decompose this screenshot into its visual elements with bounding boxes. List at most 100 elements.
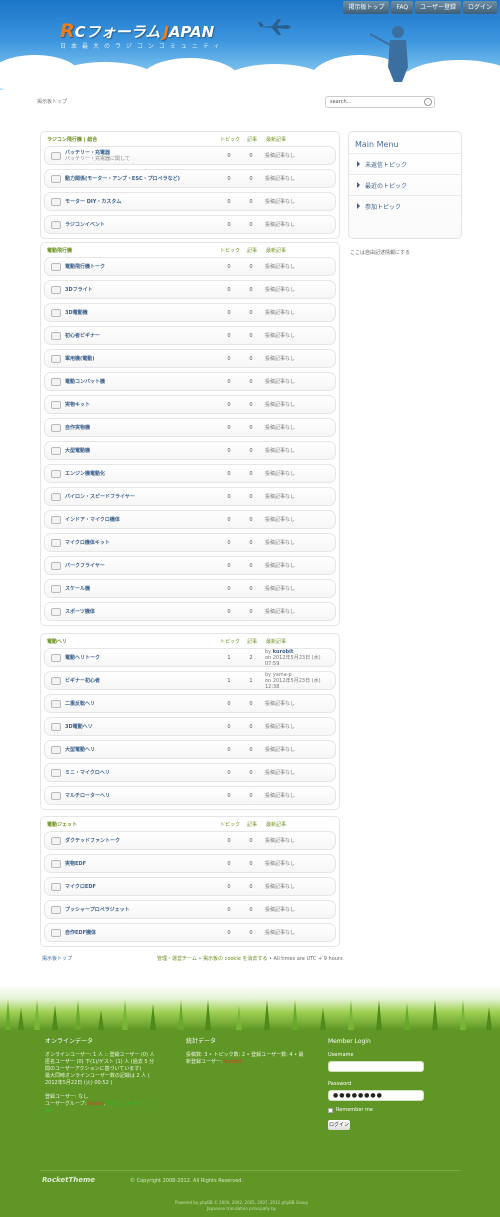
forum-name[interactable]: モーター DIY・カスタム	[65, 199, 218, 205]
search-input[interactable]: search...	[325, 96, 435, 108]
timezone-note: • All times are UTC + 9 hours	[267, 956, 343, 962]
registered-users-text: 登録ユーザー: なし	[45, 1094, 89, 1100]
forum-name[interactable]: 電動ヘリトーク	[65, 655, 218, 661]
forum-name[interactable]: ラジコンイベント	[65, 222, 218, 228]
forum-name[interactable]: エンジン機電動化	[65, 471, 218, 477]
forum-row[interactable]: インドア・マイクロ機体 0 0 投稿記事なし	[44, 510, 336, 529]
forum-name[interactable]: マイクロEDF	[65, 884, 218, 890]
forum-name[interactable]: ダクテッドファントーク	[65, 838, 218, 844]
forum-name[interactable]: スポーツ機体	[65, 609, 218, 615]
forum-row[interactable]: 二重反転ヘリ 0 0 投稿記事なし	[44, 694, 336, 713]
forum-row[interactable]: バッテリー・充電器 バッテリー・充電器に関して 0 0 投稿記事なし	[44, 146, 336, 165]
breadcrumb[interactable]: 掲示板トップ	[37, 98, 67, 105]
password-field[interactable]: ●●●●●●●●	[328, 1090, 424, 1101]
forum-row[interactable]: マイクロEDF 0 0 投稿記事なし	[44, 877, 336, 896]
forum-row[interactable]: プッシャープロペラジェット 0 0 投稿記事なし	[44, 900, 336, 919]
forum-row[interactable]: スケール機 0 0 投稿記事なし	[44, 579, 336, 598]
forum-row[interactable]: 大型電動機 0 0 投稿記事なし	[44, 441, 336, 460]
category-title[interactable]: 電動ヘリ	[44, 638, 219, 645]
forum-row[interactable]: 軍用機(電動) 0 0 投稿記事なし	[44, 349, 336, 368]
forum-name[interactable]: スケール機	[65, 586, 218, 592]
forum-read-icon	[51, 377, 61, 386]
forum-row[interactable]: モーター DIY・カスタム 0 0 投稿記事なし	[44, 192, 336, 211]
forum-row[interactable]: 電動コンバット機 0 0 投稿記事なし	[44, 372, 336, 391]
forum-name[interactable]: 大型電動機	[65, 448, 218, 454]
forum-row[interactable]: 実物EDF 0 0 投稿記事なし	[44, 854, 336, 873]
footer-team-cookie-links[interactable]: 管理・運営チーム • 掲示板の cookie を消去する	[157, 956, 267, 962]
forum-row[interactable]: パイロン・スピードフライヤー 0 0 投稿記事なし	[44, 487, 336, 506]
search-icon[interactable]	[424, 98, 432, 106]
forum-name[interactable]: プッシャープロペラジェット	[65, 907, 218, 913]
forum-name[interactable]: 実物EDF	[65, 861, 218, 867]
menu-item-active-topics[interactable]: 最近のトピック	[349, 174, 461, 195]
topic-count: 0	[227, 906, 231, 913]
post-count: 0	[249, 263, 253, 270]
category-title[interactable]: 電動飛行機	[44, 247, 219, 254]
forum-row[interactable]: 電動ヘリトーク 1 2 by kurobit on 2012年5月23日 (水) 07:…	[44, 648, 336, 667]
forum-name[interactable]: 自作実物機	[65, 425, 218, 431]
forum-row[interactable]: マイクロ機体キット 0 0 投稿記事なし	[44, 533, 336, 552]
forum-row[interactable]: 自作EDF機体 0 0 投稿記事なし	[44, 923, 336, 942]
copyright-text: © Copyright 2008-2012. All Rights Reserv…	[130, 1178, 244, 1184]
forum-row[interactable]: ビギナー初心者 1 1 by yama-p on 2012年5月23日 (水) 12:3…	[44, 671, 336, 690]
newest-user-link[interactable]: kurobit	[224, 1059, 241, 1065]
last-post: 投稿記事なし	[265, 539, 296, 546]
forum-name[interactable]: 二重反転ヘリ	[65, 701, 218, 707]
post-count: 0	[249, 837, 253, 844]
forum-name[interactable]: ミニ・マイクロヘリ	[65, 770, 218, 776]
forum-row[interactable]: ダクテッドファントーク 0 0 投稿記事なし	[44, 831, 336, 850]
forum-row[interactable]: 3D電動機 0 0 投稿記事なし	[44, 303, 336, 322]
forum-name[interactable]: 動力関係(モーター・アンプ・ESC・プロペラなど)	[65, 176, 218, 182]
online-data-title: オンラインデータ	[45, 1038, 94, 1045]
legend-admin[interactable]: Admin	[88, 1101, 104, 1107]
forum-name[interactable]: パイロン・スピードフライヤー	[65, 494, 218, 500]
forum-name[interactable]: 3D電動機	[65, 310, 218, 316]
username-field[interactable]	[328, 1061, 424, 1072]
forum-row[interactable]: 自作実物機 0 0 投稿記事なし	[44, 418, 336, 437]
forum-row[interactable]: マルチローターヘリ 0 0 投稿記事なし	[44, 786, 336, 805]
forum-name[interactable]: マイクロ機体キット	[65, 540, 218, 546]
menu-item-unanswered[interactable]: 未返信トピック	[349, 153, 461, 174]
forum-name[interactable]: パークフライヤー	[65, 563, 218, 569]
rockettheme-logo[interactable]: RocketTheme	[42, 1176, 95, 1184]
nav-register-button[interactable]: ユーザー登録	[415, 1, 461, 14]
nav-board-index-button[interactable]: 掲示板トップ	[343, 1, 390, 14]
forum-row[interactable]: 動力関係(モーター・アンプ・ESC・プロペラなど) 0 0 投稿記事なし	[44, 169, 336, 188]
nav-faq-button[interactable]: FAQ	[391, 1, 414, 14]
forum-name[interactable]: 軍用機(電動)	[65, 356, 218, 362]
forum-row[interactable]: 電動飛行機トーク 0 0 投稿記事なし	[44, 257, 336, 276]
arrow-right-icon	[357, 161, 360, 167]
forum-row[interactable]: スポーツ機体 0 0 投稿記事なし	[44, 602, 336, 621]
forum-name[interactable]: 3Dフライト	[65, 287, 218, 293]
topic-count: 0	[227, 608, 231, 615]
site-logo[interactable]: RCフォーラム JAPAN 日本最大のラジコンコミュニティ	[60, 20, 225, 50]
forum-row[interactable]: 3Dフライト 0 0 投稿記事なし	[44, 280, 336, 299]
forum-name[interactable]: 大型電動ヘリ	[65, 747, 218, 753]
menu-item-your-posts[interactable]: 参加トピック	[349, 195, 461, 216]
category-title[interactable]: 電動ジェット	[44, 821, 219, 828]
forum-name[interactable]: 電動飛行機トーク	[65, 264, 218, 270]
forum-row[interactable]: 実物キット 0 0 投稿記事なし	[44, 395, 336, 414]
forum-name[interactable]: 3D電動ヘリ	[65, 724, 218, 730]
forum-name[interactable]: インドア・マイクロ機体	[65, 517, 218, 523]
login-button[interactable]: ログイン	[328, 1120, 350, 1130]
forum-name[interactable]: 自作EDF機体	[65, 930, 218, 936]
remember-me-option[interactable]: Remember me	[328, 1107, 428, 1114]
forum-name[interactable]: マルチローターヘリ	[65, 793, 218, 799]
forum-read-icon	[51, 151, 61, 160]
forum-row[interactable]: 初心者ビギナー 0 0 投稿記事なし	[44, 326, 336, 345]
footer-breadcrumb[interactable]: 掲示板トップ	[42, 955, 72, 962]
forum-name[interactable]: ビギナー初心者	[65, 678, 218, 684]
category-title[interactable]: ラジコン飛行機 | 総合	[44, 136, 219, 143]
forum-row[interactable]: 3D電動ヘリ 0 0 投稿記事なし	[44, 717, 336, 736]
forum-name[interactable]: 実物キット	[65, 402, 218, 408]
forum-name[interactable]: 初心者ビギナー	[65, 333, 218, 339]
nav-login-button[interactable]: ログイン	[462, 1, 497, 14]
forum-row[interactable]: パークフライヤー 0 0 投稿記事なし	[44, 556, 336, 575]
forum-row[interactable]: 大型電動ヘリ 0 0 投稿記事なし	[44, 740, 336, 759]
forum-row[interactable]: ミニ・マイクロヘリ 0 0 投稿記事なし	[44, 763, 336, 782]
remember-me-checkbox[interactable]	[328, 1108, 333, 1113]
forum-row[interactable]: ラジコンイベント 0 0 投稿記事なし	[44, 215, 336, 234]
forum-row[interactable]: エンジン機電動化 0 0 投稿記事なし	[44, 464, 336, 483]
forum-name[interactable]: 電動コンバット機	[65, 379, 218, 385]
